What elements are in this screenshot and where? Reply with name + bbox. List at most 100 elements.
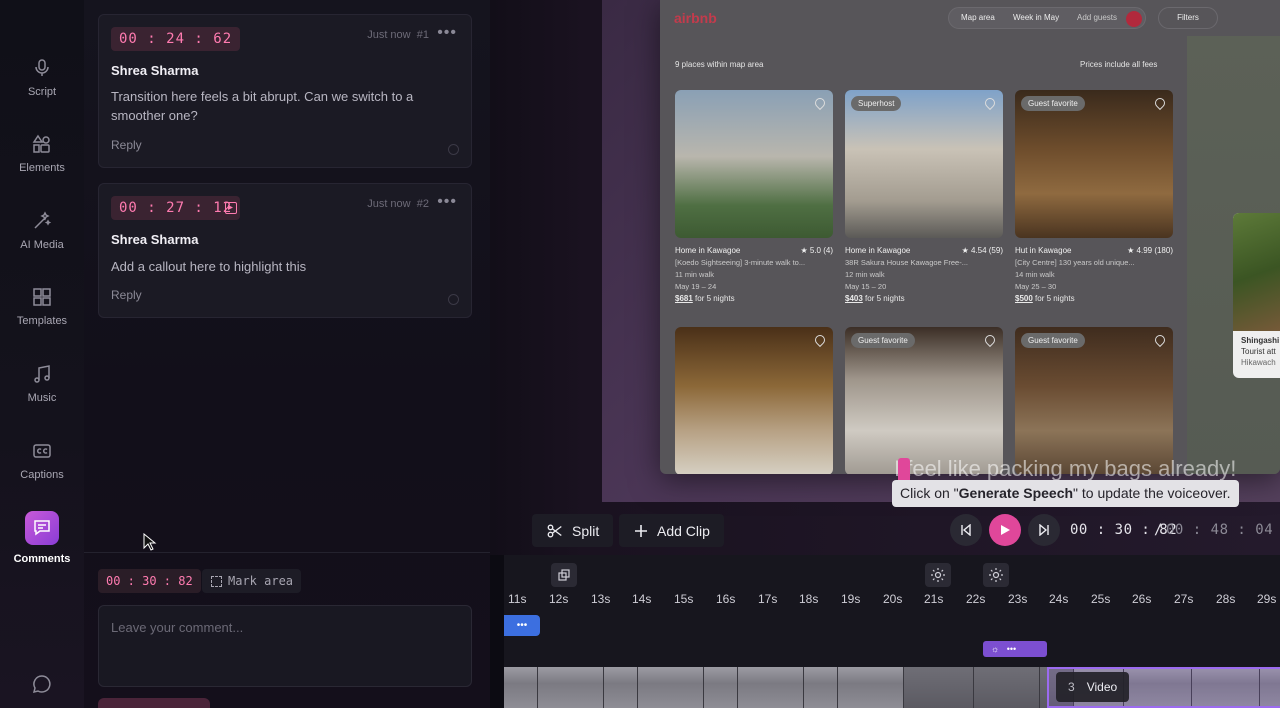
time-tick: 17s bbox=[758, 592, 778, 606]
nav-item-elements[interactable]: Elements bbox=[0, 134, 84, 174]
nav-item-ai-media[interactable]: AI Media bbox=[0, 211, 84, 251]
comment-text: Add a callout here to highlight this bbox=[111, 259, 307, 274]
comment-card: 00 : 24 : 62 Just now #1 ••• Shrea Sharm… bbox=[98, 14, 472, 168]
listing-card bbox=[675, 327, 833, 474]
listing-card: Superhost Home in Kawagoe ★ 4.54 (59) 38R… bbox=[845, 90, 1003, 303]
total-time: 00 : 48 : 04 bbox=[1166, 522, 1274, 538]
time-tick: 26s bbox=[1132, 592, 1152, 606]
scissors-icon bbox=[547, 523, 562, 538]
more-options-icon[interactable]: ••• bbox=[437, 193, 457, 211]
shapes-icon bbox=[32, 134, 50, 153]
time-tick: 21s bbox=[924, 592, 944, 606]
nav-item-music[interactable]: Music bbox=[0, 364, 84, 404]
skip-back-button[interactable] bbox=[950, 514, 982, 546]
comments-panel: 00 : 24 : 62 Just now #1 ••• Shrea Sharm… bbox=[84, 0, 490, 708]
airbnb-screenshot: airbnb Map area Week in May Add guests F… bbox=[660, 0, 1280, 474]
time-tick: 15s bbox=[674, 592, 694, 606]
time-tick: 19s bbox=[841, 592, 861, 606]
audio-track-clip[interactable]: ••• bbox=[504, 615, 540, 636]
nav-item-comments[interactable]: Comments bbox=[0, 511, 84, 565]
playback-controls: Split Add Clip 00 : 30 : 82 / 00 : 48 : … bbox=[490, 502, 1280, 556]
time-tick: 13s bbox=[591, 592, 611, 606]
video-marker-icon bbox=[225, 202, 237, 214]
heart-icon bbox=[1152, 332, 1168, 348]
chat-bubble-icon bbox=[32, 675, 51, 694]
search-icon bbox=[1126, 11, 1142, 27]
plus-icon bbox=[635, 524, 647, 537]
time-tick: 16s bbox=[716, 592, 736, 606]
play-button[interactable] bbox=[989, 514, 1021, 546]
heart-icon bbox=[982, 332, 998, 348]
divider bbox=[84, 552, 490, 553]
comment-card: 00 : 27 : 12 Just now #2 ••• Shrea Sharm… bbox=[98, 183, 472, 318]
skip-forward-icon bbox=[1039, 524, 1049, 536]
music-note-icon bbox=[34, 365, 50, 383]
listing-card: Guest favorite bbox=[1015, 327, 1173, 474]
magic-wand-icon bbox=[34, 211, 52, 229]
effect-marker[interactable] bbox=[925, 563, 951, 587]
sun-icon bbox=[931, 568, 945, 582]
comment-input[interactable] bbox=[98, 605, 472, 687]
heart-icon bbox=[812, 332, 828, 348]
effect-track-clip[interactable]: ☼ ••• bbox=[983, 641, 1047, 657]
reply-button[interactable]: Reply bbox=[111, 288, 142, 302]
effect-marker[interactable] bbox=[983, 563, 1009, 587]
nav-item-script[interactable]: Script bbox=[0, 58, 84, 98]
airbnb-logo: airbnb bbox=[674, 10, 717, 26]
clip-label: 3 Video bbox=[1056, 672, 1130, 702]
resolve-check-icon[interactable] bbox=[448, 294, 459, 305]
microphone-icon bbox=[35, 59, 49, 76]
comment-author: Shrea Sharma bbox=[111, 232, 199, 247]
time-tick: 27s bbox=[1174, 592, 1194, 606]
left-nav: Script Elements AI Media Templates Music… bbox=[0, 0, 84, 708]
heart-icon bbox=[982, 95, 998, 111]
time-tick: 11s bbox=[508, 592, 527, 606]
comment-text: Transition here feels a bit abrupt. Can … bbox=[111, 89, 414, 123]
templates-grid-icon bbox=[33, 288, 51, 306]
nav-item-templates[interactable]: Templates bbox=[0, 287, 84, 327]
resolve-check-icon[interactable] bbox=[448, 144, 459, 155]
split-button[interactable]: Split bbox=[532, 514, 614, 547]
map-popup-card: Shingashi Tourist att Hikawach bbox=[1233, 213, 1280, 378]
comment-meta: Just now #1 bbox=[367, 29, 429, 41]
mouse-cursor-icon bbox=[143, 533, 157, 551]
post-comment-button[interactable] bbox=[98, 698, 210, 708]
skip-back-icon bbox=[961, 524, 971, 536]
comment-timecode[interactable]: 00 : 27 : 12 bbox=[111, 196, 241, 220]
nav-item-captions[interactable]: Captions bbox=[0, 441, 84, 481]
time-tick: 29s bbox=[1257, 592, 1277, 606]
subtitle-text[interactable]: I feel like packing my bags already! bbox=[894, 456, 1236, 482]
copy-layers-icon bbox=[558, 569, 570, 581]
listing-card: Home in Kawagoe ★ 5.0 (4) [Koedo Sightsee… bbox=[675, 90, 833, 303]
filters-button: Filters bbox=[1158, 7, 1218, 29]
sun-icon bbox=[989, 568, 1003, 582]
time-tick: 22s bbox=[966, 592, 986, 606]
comment-author: Shrea Sharma bbox=[111, 63, 199, 78]
time-tick: 18s bbox=[799, 592, 819, 606]
timeline[interactable]: 11s 12s 13s 14s 15s 16s 17s 18s 19s 20s … bbox=[504, 555, 1280, 708]
play-icon bbox=[1001, 525, 1010, 535]
nav-item-chat[interactable] bbox=[0, 674, 84, 694]
more-options-icon[interactable]: ••• bbox=[437, 24, 457, 42]
listing-card: Guest favorite Hut in Kawagoe ★ 4.99 (180… bbox=[1015, 90, 1173, 303]
heart-icon bbox=[1152, 95, 1168, 111]
composer-timecode[interactable]: 00 : 30 : 82 bbox=[98, 569, 201, 593]
transition-marker[interactable] bbox=[551, 563, 577, 587]
airbnb-search-bar: Map area Week in May Add guests bbox=[948, 7, 1146, 29]
time-separator: / bbox=[1154, 522, 1163, 538]
skip-forward-button[interactable] bbox=[1028, 514, 1060, 546]
time-tick: 28s bbox=[1216, 592, 1236, 606]
comment-meta: Just now #2 bbox=[367, 198, 429, 210]
mark-area-button[interactable]: Mark area bbox=[202, 569, 302, 593]
reply-button[interactable]: Reply bbox=[111, 138, 142, 152]
comment-timecode[interactable]: 00 : 24 : 62 bbox=[111, 27, 241, 51]
listing-card: Guest favorite bbox=[845, 327, 1003, 474]
comment-icon bbox=[34, 520, 50, 536]
fees-note: Prices include all fees bbox=[1080, 60, 1158, 69]
heart-icon bbox=[812, 95, 828, 111]
add-clip-button[interactable]: Add Clip bbox=[619, 514, 724, 547]
closed-captions-icon bbox=[33, 444, 51, 458]
time-tick: 25s bbox=[1091, 592, 1111, 606]
results-count: 9 places within map area bbox=[675, 60, 764, 69]
time-tick: 12s bbox=[549, 592, 569, 606]
